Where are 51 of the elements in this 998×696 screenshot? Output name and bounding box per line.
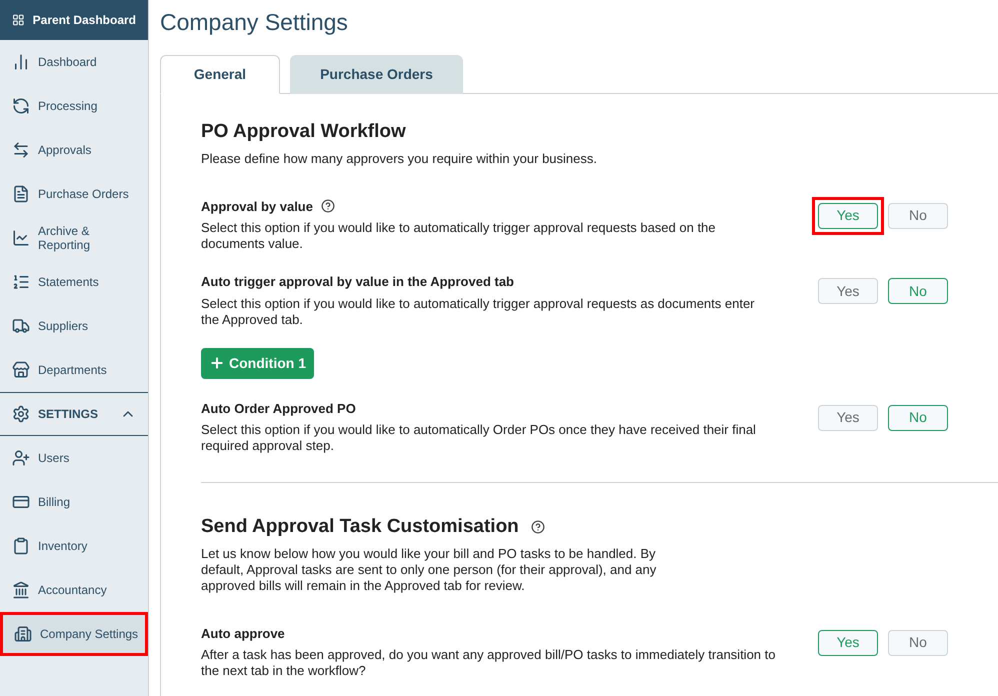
plus-icon xyxy=(209,355,225,371)
truck-icon xyxy=(12,317,30,335)
gear-icon xyxy=(12,405,30,423)
tab[interactable]: Purchase Orders xyxy=(290,55,463,94)
building-icon xyxy=(14,625,32,643)
add-condition-button[interactable]: Condition 1 xyxy=(201,348,314,378)
option-button[interactable]: Yes xyxy=(818,404,878,430)
setting-description: Select this option if you would like to automatically trigger approval requests as documents enter the Approved tab. xyxy=(201,296,756,328)
sidebar-item[interactable]: Accountancy xyxy=(0,568,148,612)
sidebar-item[interactable]: Approvals xyxy=(0,128,148,172)
section-description: Let us know below how you would like your bill and PO tasks to be handled. By default, Approval tasks are sent to only one person (for their approval), and any approved bills will remain in the Approved tab for review. xyxy=(201,546,658,594)
user-plus-icon xyxy=(12,449,30,467)
setting-description: Select this option if you would like to automatically trigger approval requests based on the documents value. xyxy=(201,220,717,252)
sidebar-item[interactable]: Inventory xyxy=(0,524,148,568)
sidebar-item[interactable]: Purchase Orders xyxy=(0,172,148,216)
sidebar-item[interactable]: Departments xyxy=(0,348,148,392)
credit-card-icon xyxy=(12,493,30,511)
numbered-list-icon xyxy=(12,273,30,291)
settings-section-header[interactable]: SETTINGS xyxy=(0,392,148,436)
store-icon xyxy=(12,361,30,379)
setting-description: After a task has been approved, do you want any approved bill/PO tasks to immediately transition to the next tab in the workflow? xyxy=(201,647,776,679)
line-chart-icon xyxy=(12,229,30,247)
refresh-icon xyxy=(12,97,30,115)
setting-title: Auto approve xyxy=(201,624,285,643)
sidebar-item[interactable]: Processing xyxy=(0,84,148,128)
help-icon[interactable] xyxy=(320,199,335,214)
bar-chart-icon xyxy=(12,53,30,71)
section-title: Send Approval Task Customisation xyxy=(201,515,519,539)
help-icon[interactable] xyxy=(530,520,545,534)
option-button[interactable]: No xyxy=(888,202,948,228)
page-title: Company Settings xyxy=(160,8,349,37)
bank-icon xyxy=(12,581,30,599)
sidebar-item[interactable]: Billing xyxy=(0,480,148,524)
section-description: Please define how many approvers you require within your business. xyxy=(201,150,598,166)
arrows-icon xyxy=(12,141,30,159)
sidebar-item[interactable]: Suppliers xyxy=(0,304,148,348)
setting-description: Select this option if you would like to automatically Order POs once they have received their final required approval step. xyxy=(201,422,757,454)
setting-title: Auto trigger approval by value in the Approved tab xyxy=(201,273,514,291)
setting-title: Approval by value xyxy=(201,198,313,216)
setting-title: Auto Order Approved PO xyxy=(201,400,356,418)
clipboard-icon xyxy=(12,537,30,555)
option-button[interactable]: No xyxy=(888,630,948,656)
section-title: PO Approval Workflow xyxy=(201,120,406,144)
sidebar-item[interactable]: Dashboard xyxy=(0,40,148,84)
tab[interactable]: General xyxy=(160,55,280,94)
document-icon xyxy=(12,185,30,203)
sidebar-item[interactable]: Statements xyxy=(0,260,148,304)
sidebar-item[interactable]: Archive & Reporting xyxy=(0,216,148,260)
sidebar-item[interactable]: Users xyxy=(0,436,148,480)
option-button[interactable]: Yes xyxy=(818,278,878,304)
sidebar-header[interactable]: Parent Dashboard xyxy=(0,0,148,40)
